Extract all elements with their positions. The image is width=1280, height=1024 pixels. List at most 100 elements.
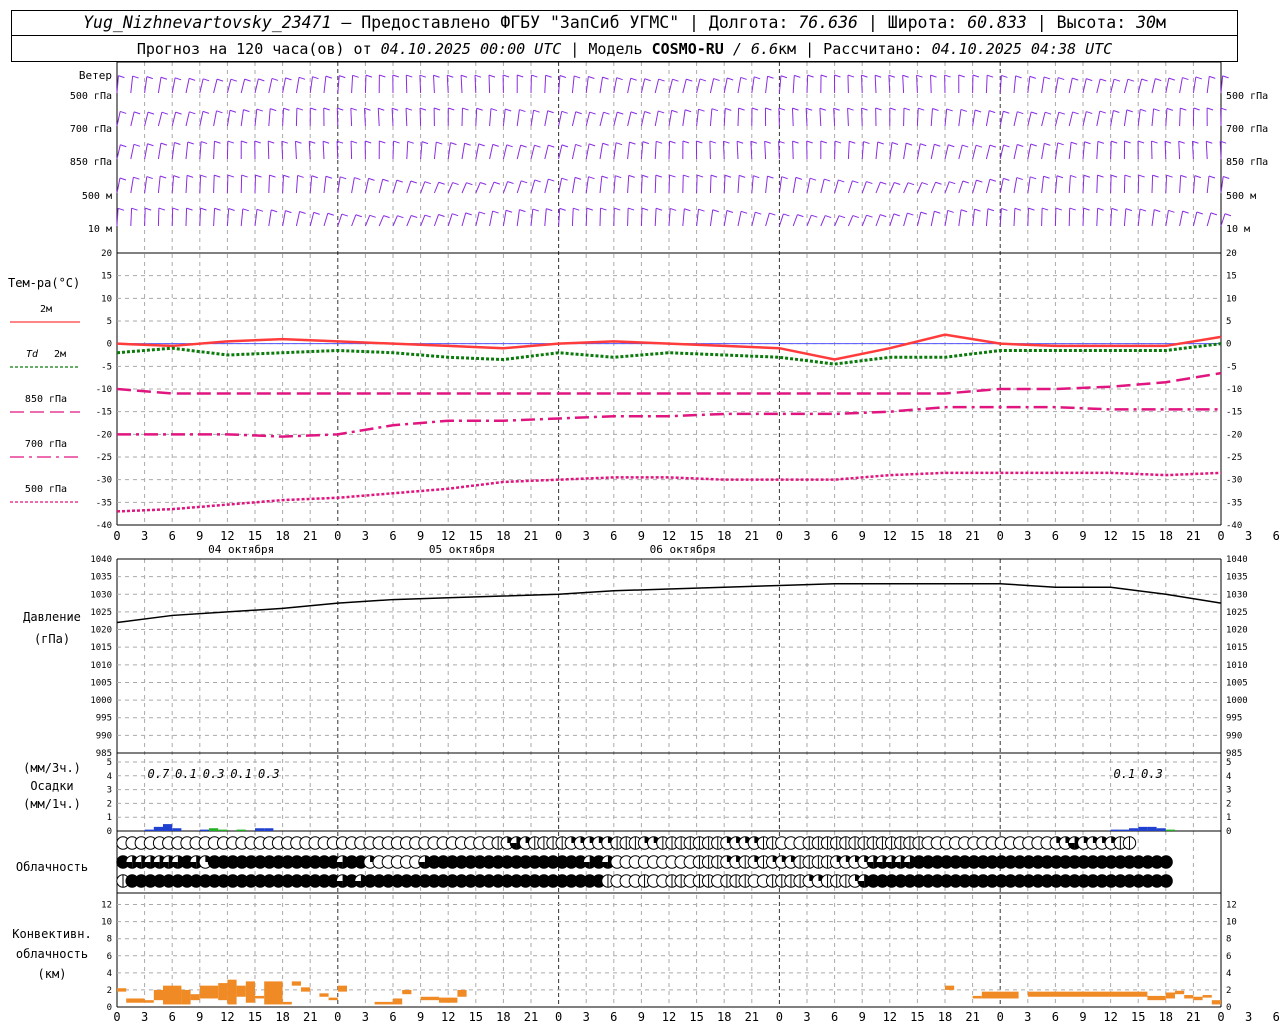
wind-barb-flag	[698, 208, 705, 212]
wind-barb	[792, 177, 797, 194]
wind-barb	[585, 208, 588, 227]
wind-barb-flag	[350, 140, 358, 144]
conv-bar	[255, 995, 265, 999]
wind-barb	[985, 179, 991, 194]
precip-tick-right: 5	[1226, 758, 1231, 768]
wind-barb-flag	[615, 142, 623, 146]
wind-barb-flag	[391, 107, 399, 111]
wind-barb-flag	[269, 174, 276, 178]
wind-barb-flag	[588, 76, 595, 79]
precip-label-3h: (мм/3ч.)	[23, 761, 81, 775]
hour-tick-upper: 9	[638, 529, 645, 543]
wind-barb-flag	[421, 141, 429, 145]
wind-barb-flag	[465, 212, 472, 216]
temp-tick-right: -15	[1226, 408, 1242, 418]
day-label: 06 октября	[650, 543, 716, 556]
wind-barb	[1041, 176, 1045, 194]
conv-tick-right: 8	[1226, 935, 1231, 945]
wind-barb-flag	[258, 78, 265, 82]
conv-bar	[245, 981, 255, 1003]
wind-barb-flag	[283, 107, 290, 111]
wind-barb-flag	[1084, 141, 1091, 145]
hour-tick-lower: 18	[1159, 1010, 1173, 1024]
wind-barb	[847, 215, 854, 227]
wind-barb	[157, 112, 163, 127]
wind-barb	[1096, 110, 1101, 127]
wind-barb	[405, 108, 408, 127]
wind-barb-flag	[117, 207, 125, 211]
hour-tick-upper: 21	[1186, 529, 1200, 543]
wind-barb	[916, 182, 923, 194]
wind-barb-flag	[602, 76, 609, 80]
wind-barb-flag	[935, 181, 942, 185]
legend-label-1: 2м	[54, 349, 66, 360]
wind-barb-flag	[975, 144, 983, 148]
wind-barb	[144, 112, 149, 127]
wind-barb	[1206, 212, 1212, 227]
pressure-tick-right: 1025	[1226, 608, 1248, 618]
wind-barb-flag	[1110, 174, 1118, 178]
wind-barb-flag	[341, 213, 349, 217]
wind-barb-flag	[1043, 175, 1050, 179]
wind-barb-flag	[285, 210, 292, 214]
pressure-tick-left: 1010	[90, 661, 112, 671]
wind-barb	[599, 77, 604, 94]
wind-barb-flag	[588, 143, 596, 147]
wind-barb	[792, 75, 795, 94]
wind-barb	[337, 213, 343, 227]
conv-bar	[227, 979, 237, 1005]
conv-bar	[1165, 992, 1175, 999]
wind-barb-flag	[630, 111, 638, 115]
wind-barb-flag	[160, 175, 167, 179]
wind-barb-flag	[710, 174, 718, 178]
hour-tick-upper: 15	[248, 529, 262, 543]
wind-barb-flag	[327, 212, 334, 216]
pressure-tick-left: 1000	[90, 696, 112, 706]
wind-barb-flag	[575, 143, 582, 147]
wind-barb-flag	[241, 140, 248, 144]
pressure-tick-left: 1040	[90, 555, 112, 565]
wind-barb-flag	[588, 176, 595, 180]
wind-barb-flag	[547, 110, 554, 114]
hour-tick-lower: 3	[362, 1010, 369, 1024]
wind-barb-flag	[644, 111, 651, 114]
wind-barb-flag	[214, 174, 221, 178]
conv-bar	[144, 1000, 154, 1003]
wind-barb	[903, 212, 908, 227]
wind-barb-flag	[283, 174, 290, 178]
wind-barb-flag	[686, 78, 693, 82]
precip-bar	[1165, 829, 1175, 831]
wind-barb-flag	[298, 76, 306, 80]
wind-barb-flag	[1208, 175, 1216, 179]
wind-barb-flag	[323, 107, 330, 111]
cloud-circle	[1159, 855, 1173, 869]
wind-barb-flag	[852, 180, 859, 184]
wind-barb-flag	[642, 141, 649, 145]
hour-tick-lower: 15	[469, 1010, 483, 1024]
wind-barb-flag	[296, 107, 304, 111]
wind-barb-flag	[1182, 210, 1189, 214]
wind-barb-flag	[573, 75, 581, 79]
conv-bar	[199, 985, 219, 999]
hour-tick-lower: 6	[610, 1010, 617, 1024]
wind-barb-flag	[866, 214, 873, 218]
wind-barb	[460, 75, 463, 94]
wind-barb	[944, 210, 949, 227]
conv-tick-left: 8	[107, 935, 112, 945]
wind-barb	[268, 78, 273, 94]
wind-barb-flag	[533, 109, 540, 113]
wind-barb	[433, 142, 437, 160]
wind-row-label-left: 10 м	[88, 224, 112, 235]
hour-tick-upper: 0	[113, 529, 120, 543]
wind-barb-flag	[781, 176, 788, 180]
hour-tick-upper: 12	[662, 529, 676, 543]
wind-barb	[1096, 141, 1099, 160]
wind-barb-flag	[1224, 213, 1232, 217]
hour-tick-lower: 3	[583, 1010, 590, 1024]
wind-barb	[627, 78, 632, 94]
wind-barb-flag	[725, 107, 732, 111]
wind-barb-flag	[200, 207, 207, 211]
wind-barb	[213, 141, 215, 160]
wind-barb-flag	[1083, 174, 1091, 178]
wind-barb	[1082, 208, 1085, 227]
